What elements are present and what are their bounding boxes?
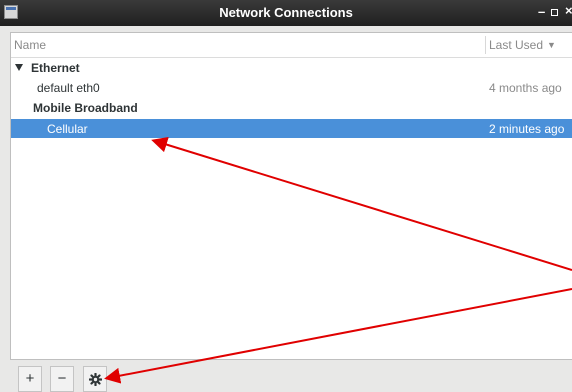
connection-row-default-eth0[interactable]: default eth0 4 months ago — [11, 78, 572, 97]
connection-last-used: 2 minutes ago — [489, 122, 565, 136]
column-header-last-used-label: Last Used — [489, 38, 544, 52]
expanded-triangle-icon[interactable] — [15, 64, 23, 71]
group-row-ethernet[interactable]: Ethernet — [11, 58, 572, 77]
maximize-button[interactable] — [551, 9, 558, 16]
connection-name: Cellular — [47, 122, 88, 136]
edit-connection-button[interactable] — [83, 366, 107, 392]
column-header-last-used[interactable]: Last Used ▼ — [489, 38, 556, 52]
group-row-mobile-broadband[interactable]: Mobile Broadband — [11, 98, 572, 117]
connection-last-used: 4 months ago — [489, 81, 562, 95]
group-label: Mobile Broadband — [33, 101, 138, 115]
list-header: Name Last Used ▼ — [11, 33, 572, 58]
gear-icon — [89, 373, 102, 386]
connections-list[interactable]: Name Last Used ▼ Ethernet default eth0 4 … — [10, 32, 572, 360]
column-header-name[interactable]: Name — [14, 38, 46, 52]
title-bar[interactable]: Network Connections – × — [0, 0, 572, 26]
window-title: Network Connections — [219, 5, 353, 20]
connection-name: default eth0 — [37, 81, 100, 95]
group-label: Ethernet — [31, 61, 80, 75]
column-divider[interactable] — [485, 36, 486, 54]
connection-row-cellular[interactable]: Cellular 2 minutes ago — [11, 119, 572, 138]
remove-connection-button[interactable]: − — [50, 366, 74, 392]
minimize-button[interactable]: – — [538, 4, 545, 19]
add-connection-button[interactable]: + — [18, 366, 42, 392]
close-button[interactable]: × — [565, 3, 572, 18]
bottom-toolbar: + − — [10, 360, 572, 392]
sort-descending-icon: ▼ — [547, 40, 556, 50]
